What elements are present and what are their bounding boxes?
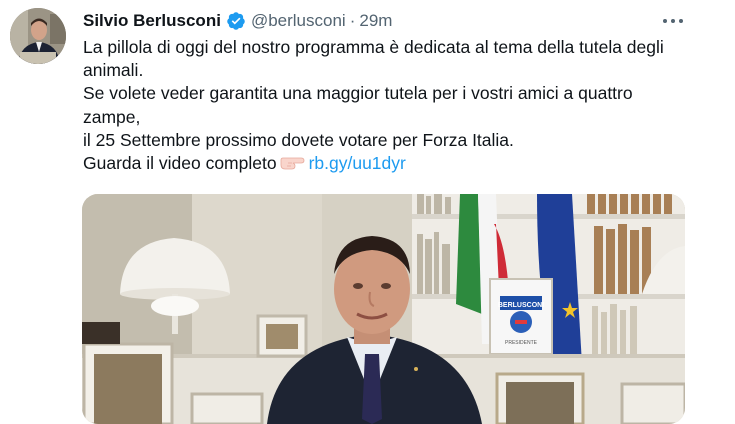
- tweet: Silvio Berlusconi @berlusconi · 29m La p…: [0, 0, 735, 424]
- poster-sign-text: BERLUSCONI: [498, 302, 544, 309]
- tweet-line: il 25 Settembre prossimo dovete votare p…: [83, 129, 514, 150]
- backhand-pointing-right-icon: [280, 157, 304, 170]
- author-handle[interactable]: @berlusconi: [251, 11, 346, 31]
- tweet-link[interactable]: rb.gy/uu1dyr: [309, 153, 406, 173]
- video-thumbnail[interactable]: BERLUSCONI PRESIDENTE: [82, 194, 685, 424]
- tweet-line: La pillola di oggi del nostro programma …: [83, 37, 664, 81]
- avatar[interactable]: [10, 8, 66, 64]
- poster-sign-subtext: PRESIDENTE: [505, 340, 538, 346]
- tweet-cta-text: Guarda il video completo: [83, 153, 277, 174]
- video-frame-image: BERLUSCONI PRESIDENTE: [82, 194, 685, 424]
- tweet-timestamp[interactable]: 29m: [359, 11, 392, 31]
- tweet-header: Silvio Berlusconi @berlusconi · 29m: [83, 10, 392, 32]
- author-name[interactable]: Silvio Berlusconi: [83, 11, 221, 31]
- header-separator: ·: [349, 11, 356, 30]
- tweet-line: Se volete veder garantita una maggior tu…: [83, 83, 633, 127]
- avatar-image: [10, 8, 66, 64]
- tweet-text: La pillola di oggi del nostro programma …: [83, 36, 683, 175]
- tweet-cta-line: Guarda il video completo rb.gy/uu1dyr: [83, 152, 683, 175]
- verified-badge-icon: [227, 12, 245, 30]
- more-options-icon[interactable]: [660, 10, 686, 32]
